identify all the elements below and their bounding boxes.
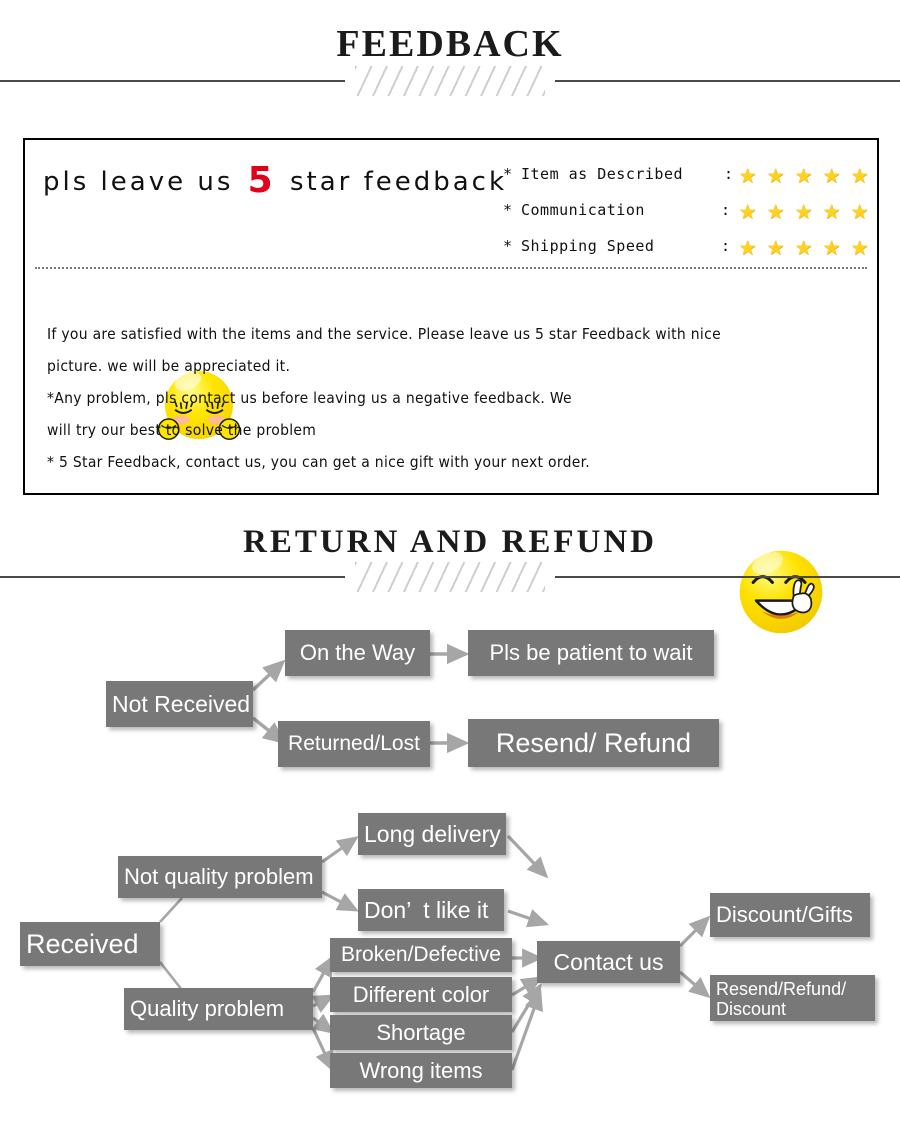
flow-node-contact-us[interactable]: Contact us <box>537 941 680 983</box>
node-label: Returned/Lost <box>288 732 420 755</box>
node-label: Not Received <box>112 690 251 717</box>
flow-node-not-received[interactable]: Not Received <box>106 681 253 727</box>
node-label: Wrong items <box>359 1057 483 1083</box>
node-label: On the Way <box>299 640 416 665</box>
flow-node-on-the-way[interactable]: On the Way <box>285 630 430 676</box>
flow-node-shortage[interactable]: Shortage <box>330 1015 512 1050</box>
flow-node-dont-like-it[interactable]: Don’ t like it <box>358 889 504 931</box>
flow-node-returned-lost[interactable]: Returned/Lost <box>278 721 430 767</box>
flow-node-resend-refund[interactable]: Resend/ Refund <box>468 719 719 767</box>
node-label: Shortage <box>376 1019 466 1045</box>
node-label: Resend/Refund/ Discount <box>716 979 847 1020</box>
node-label: Long delivery <box>364 820 501 847</box>
node-label: Not quality problem <box>124 864 314 889</box>
flow-node-resend-refund-discount[interactable]: Resend/Refund/ Discount <box>710 975 875 1021</box>
node-label: Resend/ Refund <box>495 727 692 758</box>
node-label: Received <box>26 928 139 959</box>
flow-node-wrong-items[interactable]: Wrong items <box>330 1053 512 1088</box>
flow-node-discount-gifts[interactable]: Discount/Gifts <box>710 893 870 937</box>
node-label: Different color <box>352 981 490 1007</box>
node-label: Quality problem <box>130 996 285 1021</box>
node-label: Contact us <box>553 948 664 975</box>
flow-node-pls-be-patient[interactable]: Pls be patient to wait <box>468 630 714 676</box>
flow-node-long-delivery[interactable]: Long delivery <box>358 813 506 855</box>
node-label: Don’ t like it <box>364 896 489 923</box>
flow-node-not-quality-problem[interactable]: Not quality problem <box>118 856 322 898</box>
node-label: Broken/Defective <box>341 943 501 966</box>
node-label: Pls be patient to wait <box>489 640 693 665</box>
flow-node-quality-problem[interactable]: Quality problem <box>124 988 313 1030</box>
flow-node-received[interactable]: Received <box>20 922 160 966</box>
node-label: Discount/Gifts <box>716 902 853 927</box>
flow-node-broken-defective[interactable]: Broken/Defective <box>330 938 512 972</box>
flow-node-different-color[interactable]: Different color <box>330 977 512 1012</box>
